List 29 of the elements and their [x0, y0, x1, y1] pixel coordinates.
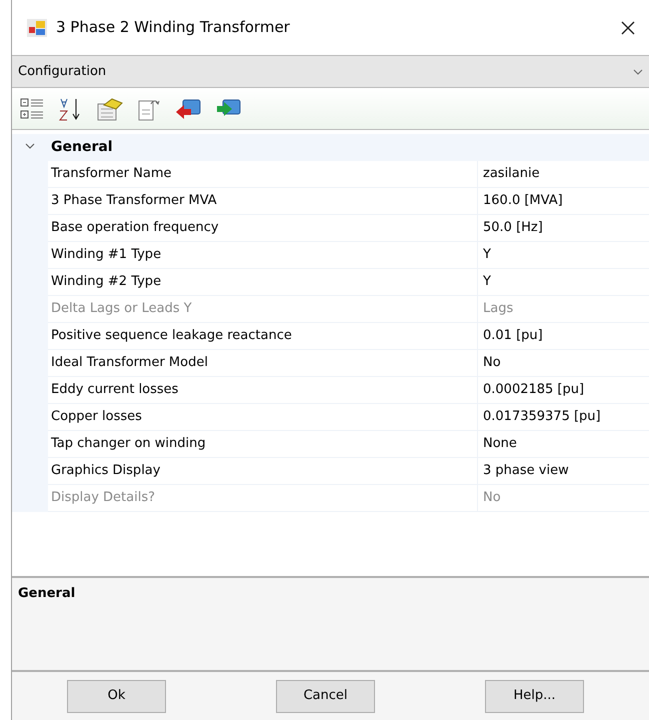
- property-name: Base operation frequency: [51, 219, 219, 238]
- property-name: Positive sequence leakage reactance: [51, 327, 292, 346]
- property-name: Tap changer on winding: [51, 435, 206, 454]
- property-value[interactable]: None: [483, 434, 517, 454]
- chevron-down-icon: [633, 68, 643, 74]
- category-dropdown[interactable]: Configuration: [12, 55, 649, 88]
- property-value[interactable]: Y: [483, 272, 491, 292]
- property-name: Eddy current losses: [51, 381, 178, 400]
- property-name: Graphics Display: [51, 462, 160, 480]
- property-name: Ideal Transformer Model: [51, 354, 208, 372]
- property-value[interactable]: Y: [483, 245, 491, 265]
- property-name: Winding #1 Type: [51, 246, 162, 264]
- description-title: General: [18, 586, 76, 601]
- property-name: Display Details?: [51, 489, 156, 508]
- property-value[interactable]: No: [483, 353, 501, 373]
- window-title: 3 Phase 2 Winding Transformer: [56, 17, 290, 38]
- property-name: Delta Lags or Leads Y: [51, 300, 192, 318]
- property-pages-icon[interactable]: [96, 96, 124, 122]
- categorized-view-icon[interactable]: [20, 96, 46, 122]
- property-name: Winding #2 Type: [51, 273, 162, 292]
- dialog-button[interactable]: Help...: [485, 680, 584, 712]
- close-icon[interactable]: [621, 20, 635, 34]
- dialog-button[interactable]: Cancel: [276, 680, 375, 712]
- property-name: 3 Phase Transformer MVA: [51, 192, 217, 210]
- group-header: General: [50, 138, 113, 157]
- property-name: Copper losses: [51, 408, 142, 426]
- app-icon: [26, 18, 48, 38]
- property-name: Transformer Name: [51, 165, 172, 184]
- dialog-button[interactable]: Ok: [67, 680, 166, 712]
